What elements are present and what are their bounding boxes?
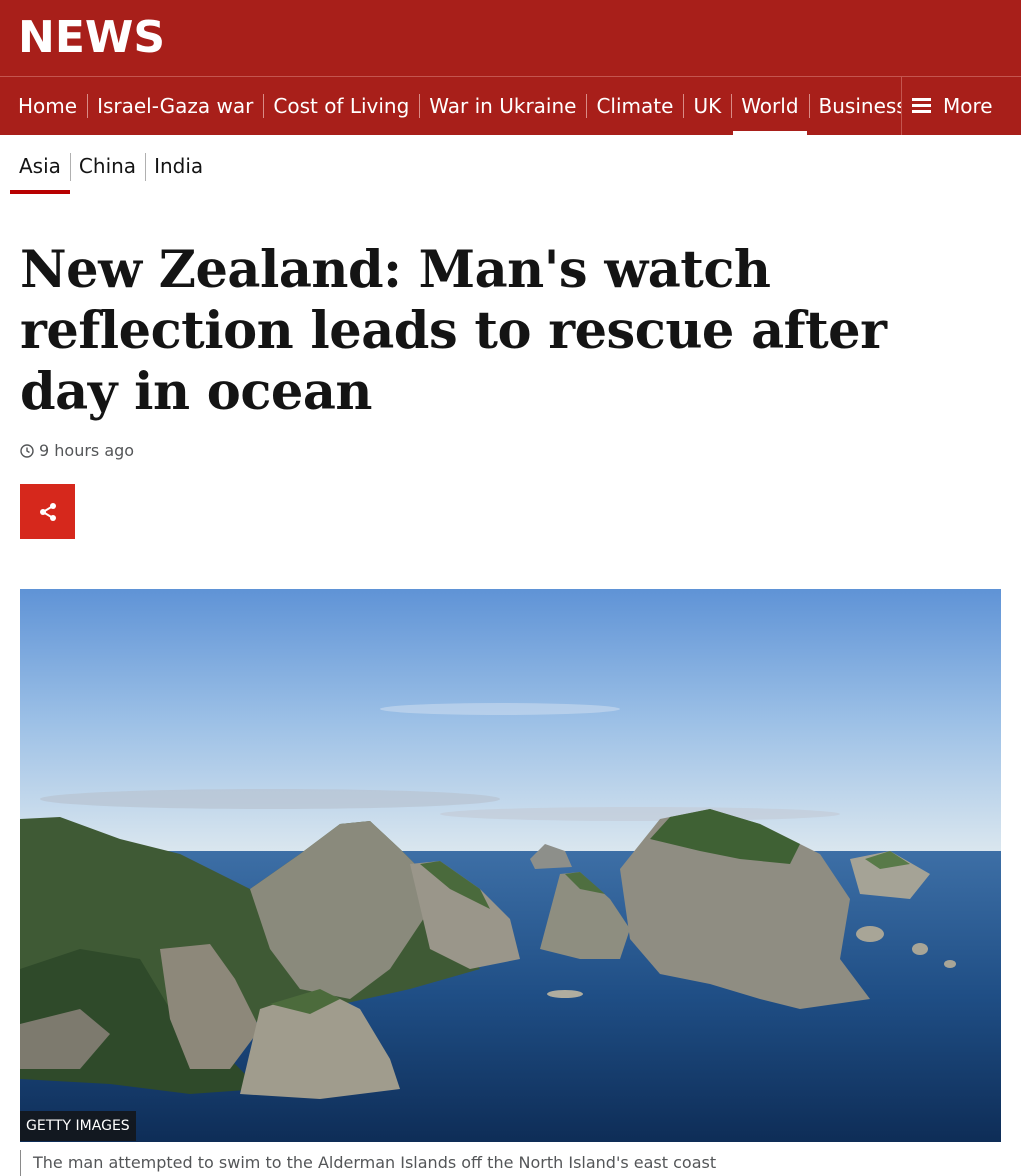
- coastal-islands-photo: [20, 589, 1001, 1142]
- image-credit: GETTY IMAGES: [20, 1111, 136, 1141]
- share-button[interactable]: [20, 484, 75, 539]
- more-label: More: [943, 94, 993, 118]
- nav-item-israel-gaza-war[interactable]: Israel-Gaza war: [87, 77, 263, 135]
- nav-item-home[interactable]: Home: [8, 77, 87, 135]
- nav-item-uk[interactable]: UK: [683, 77, 731, 135]
- nav-item-world[interactable]: World: [731, 77, 808, 135]
- nav-item-cost-of-living[interactable]: Cost of Living: [263, 77, 419, 135]
- article-timestamp: 9 hours ago: [20, 441, 134, 460]
- subnav-item-china[interactable]: China: [69, 144, 145, 188]
- timestamp-text: 9 hours ago: [39, 441, 135, 460]
- image-caption: The man attempted to swim to the Alderma…: [20, 1150, 716, 1176]
- nav-item-business[interactable]: Business: [808, 77, 901, 135]
- news-logo[interactable]: NEWS: [18, 12, 165, 64]
- subnav-item-asia[interactable]: Asia: [10, 144, 70, 194]
- nav-item-climate[interactable]: Climate: [586, 77, 683, 135]
- subnav-item-india[interactable]: India: [145, 144, 212, 188]
- sub-nav: Asia China India: [10, 140, 212, 194]
- more-menu-button[interactable]: More: [901, 77, 1021, 135]
- article-headline: New Zealand: Man's watch reflection lead…: [20, 240, 887, 422]
- nav-list: Home Israel-Gaza war Cost of Living War in …: [8, 77, 901, 135]
- nav-item-war-in-ukraine[interactable]: War in Ukraine: [419, 77, 586, 135]
- hero-image: [20, 589, 1001, 1142]
- hamburger-menu-icon: [912, 98, 931, 114]
- share-icon: [39, 502, 56, 521]
- clock-icon: [20, 443, 34, 458]
- main-nav: Home Israel-Gaza war Cost of Living War in …: [0, 76, 1021, 135]
- masthead: NEWS: [0, 0, 1021, 76]
